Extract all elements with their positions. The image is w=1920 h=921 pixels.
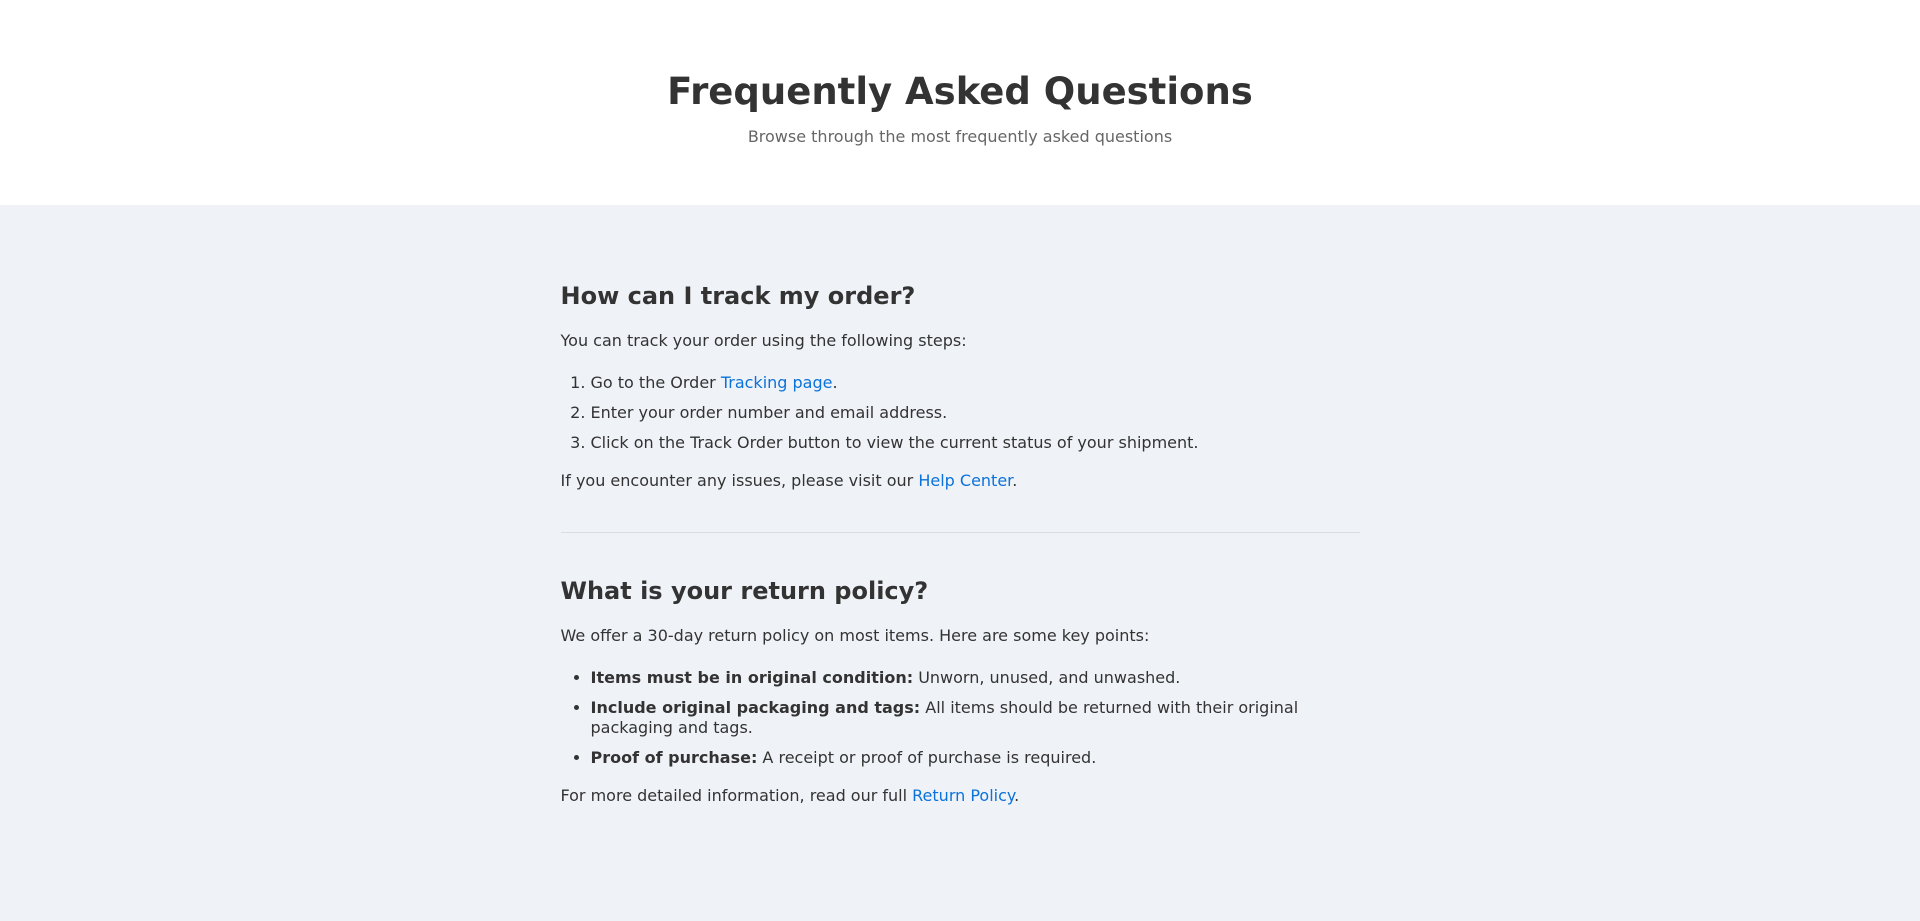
faq-question: What is your return policy? [560,577,929,605]
return-points-list: Items must be in original condition: Unw… [561,668,1360,768]
list-item: Include original packaging and tags: All… [591,698,1360,738]
faq-item-track-order: How can I track my order? You can track … [561,280,1360,492]
faq-outro: If you encounter any issues, please visi… [561,470,1360,492]
faq-item-return-policy: What is your return policy? We offer a 3… [561,575,1360,807]
tracking-steps-list: Go to the Order Tracking page. Enter you… [561,373,1360,453]
point-title: Items must be in original condition: [590,668,914,687]
point-text: Unworn, unused, and unwashed. [913,668,1181,687]
list-item: Enter your order number and email addres… [591,403,1360,423]
list-item: Go to the Order Tracking page. [591,373,1360,393]
faq-list: How can I track my order? You can track … [560,205,1360,807]
outro-punctuation: . [1014,786,1020,805]
page-subtitle: Browse through the most frequently asked… [747,127,1173,146]
help-center-link[interactable]: Help Center [918,471,1012,490]
step-text: Go to the Order [590,373,721,392]
faq-intro: We offer a 30-day return policy on most … [560,626,1150,645]
list-item: Proof of purchase: A receipt or proof of… [591,748,1360,768]
outro-text: If you encounter any issues, please visi… [560,471,919,490]
tracking-page-link[interactable]: Tracking page [721,373,833,392]
point-text: A receipt or proof of purchase is requir… [757,748,1097,767]
list-item: Items must be in original condition: Unw… [591,668,1360,688]
faq-intro: You can track your order using the follo… [560,331,967,350]
page-header: Frequently Asked Questions Browse throug… [0,0,1920,205]
outro-text: For more detailed information, read our … [560,786,913,805]
faq-outro: For more detailed information, read our … [561,785,1360,807]
faq-question: How can I track my order? [560,282,916,310]
point-title: Include original packaging and tags: [590,698,921,717]
point-title: Proof of purchase: [590,748,758,767]
return-policy-link[interactable]: Return Policy [912,786,1014,805]
faq-divider [560,532,1360,533]
page-title: Frequently Asked Questions [667,70,1253,113]
list-item: Click on the Track Order button to view … [591,433,1360,453]
step-punctuation: . [832,373,838,392]
outro-punctuation: . [1012,471,1018,490]
